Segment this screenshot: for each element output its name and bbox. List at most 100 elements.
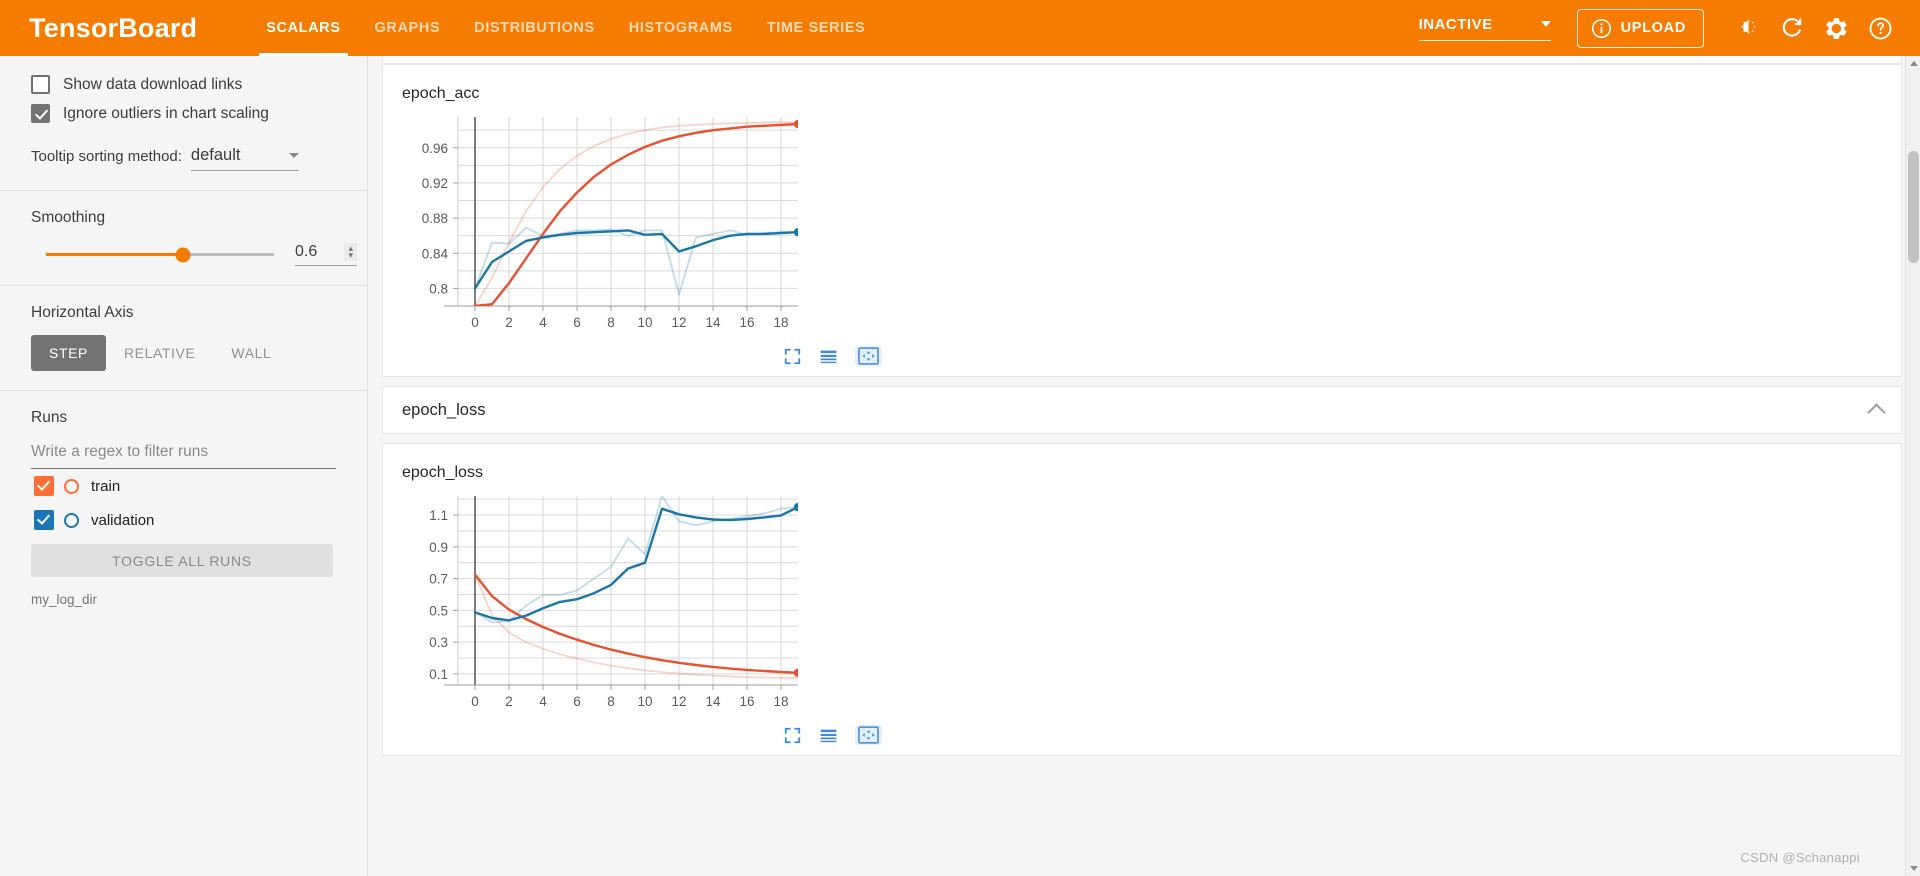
smoothing-number-field[interactable]: 0.6 ▴ ▾ [295, 243, 357, 266]
runs-filter-placeholder: Write a regex to filter runs [31, 443, 209, 460]
expand-chart-icon[interactable] [783, 346, 802, 366]
run-checkbox-validation[interactable] [34, 510, 54, 530]
data-table-icon[interactable] [818, 346, 839, 366]
chart-plot-epoch-loss[interactable]: 0.1 0.3 0.5 0.7 0.9 1.1 0 2 4 6 8 10 12 14 16 18 [383, 482, 1901, 717]
smoothing-slider[interactable] [46, 247, 274, 262]
checkbox-show-downloads-label: Show data download links [63, 75, 243, 93]
fit-domain-icon[interactable] [855, 346, 882, 366]
tab-time-series[interactable]: TIME SERIES [750, 0, 882, 56]
svg-text:2: 2 [505, 694, 513, 709]
toggle-all-runs-label: TOGGLE ALL RUNS [112, 552, 252, 569]
scalars-main-panel: epoch_acc 0.8 0.84 0.88 0.92 0.96 0 2 4 6 8 10 12 14… [368, 56, 1920, 876]
axis-option-wall[interactable]: WALL [213, 335, 289, 371]
smoothing-controls: 0.6 ▴ ▾ [0, 227, 367, 266]
chart-card-epoch-loss: epoch_loss 0.1 0.3 0.5 0.7 0.9 1.1 0 2 4 6 8 10 12 14… [382, 443, 1902, 756]
vertical-scrollbar[interactable] [1905, 56, 1920, 876]
upload-button-label: UPLOAD [1620, 20, 1686, 36]
logdir-label: my_log_dir [31, 592, 98, 607]
top-bar-actions: INACTIVE UPLOAD [1418, 6, 1920, 50]
settings-gear-icon[interactable] [1814, 6, 1858, 50]
svg-text:12: 12 [671, 315, 686, 330]
chevron-down-icon [1540, 21, 1551, 27]
svg-text:0.92: 0.92 [422, 176, 448, 191]
data-table-icon[interactable] [818, 725, 839, 745]
previous-chart-card-clipped [382, 56, 1902, 64]
run-checkbox-train[interactable] [34, 476, 54, 496]
refresh-icon[interactable] [1770, 6, 1814, 50]
section-header-title: epoch_loss [402, 400, 486, 419]
svg-text:16: 16 [739, 694, 754, 709]
chart-toolbar-epoch-loss [383, 717, 1901, 745]
run-name-validation: validation [91, 511, 155, 529]
svg-text:6: 6 [573, 315, 581, 330]
svg-text:14: 14 [705, 694, 721, 709]
axis-option-step-label: STEP [49, 345, 88, 361]
svg-text:16: 16 [739, 315, 754, 330]
svg-text:8: 8 [607, 315, 615, 330]
smoothing-stepper[interactable]: ▴ ▾ [344, 243, 357, 261]
run-item-validation[interactable]: validation [0, 503, 367, 537]
svg-text:0.1: 0.1 [429, 667, 448, 682]
axis-option-relative[interactable]: RELATIVE [106, 335, 213, 371]
checkbox-show-data-download-links[interactable]: Show data download links [0, 70, 367, 99]
axis-option-relative-label: RELATIVE [123, 345, 196, 361]
chart-toolbar-epoch-acc [383, 338, 1901, 366]
scroll-down-icon[interactable] [1906, 861, 1920, 876]
scroll-up-icon[interactable] [1906, 56, 1920, 71]
run-color-circle-validation [64, 512, 79, 528]
svg-text:18: 18 [773, 694, 788, 709]
svg-text:0.3: 0.3 [429, 635, 448, 650]
svg-text:0.96: 0.96 [422, 141, 448, 156]
top-app-bar: TensorBoard SCALARS GRAPHS DISTRIBUTIONS… [0, 0, 1920, 56]
svg-text:6: 6 [573, 694, 581, 709]
svg-text:18: 18 [773, 315, 788, 330]
svg-text:0.8: 0.8 [429, 281, 448, 296]
svg-text:1.1: 1.1 [429, 508, 448, 523]
fit-domain-icon[interactable] [855, 725, 882, 745]
run-item-train[interactable]: train [0, 469, 367, 503]
tab-scalars[interactable]: SCALARS [249, 0, 357, 56]
run-color-circle-train [64, 478, 79, 494]
checkbox-ignore-outliers[interactable]: Ignore outliers in chart scaling [0, 99, 367, 128]
axis-option-step[interactable]: STEP [31, 335, 106, 371]
smoothing-label: Smoothing [31, 209, 106, 226]
upload-button[interactable]: UPLOAD [1576, 8, 1704, 48]
chart-title-epoch-acc: epoch_acc [402, 85, 480, 102]
tab-graphs-label: GRAPHS [374, 20, 441, 36]
axis-option-wall-label: WALL [231, 345, 272, 361]
svg-text:0: 0 [471, 694, 479, 709]
expand-chart-icon[interactable] [783, 725, 802, 745]
svg-text:2: 2 [505, 315, 513, 330]
tab-histograms[interactable]: HISTOGRAMS [612, 0, 750, 56]
main-nav-tabs: SCALARS GRAPHS DISTRIBUTIONS HISTOGRAMS … [249, 0, 882, 56]
tab-graphs[interactable]: GRAPHS [358, 0, 458, 56]
horizontal-axis-options: STEP RELATIVE WALL [0, 322, 367, 371]
scrollbar-thumb[interactable] [1908, 151, 1919, 263]
run-status-dropdown[interactable]: INACTIVE [1418, 16, 1551, 41]
checkbox-icon-unchecked [31, 75, 50, 94]
runs-filter-input[interactable]: Write a regex to filter runs [31, 443, 336, 469]
svg-text:0.84: 0.84 [422, 246, 449, 261]
chevron-up-icon[interactable] [1867, 402, 1886, 422]
svg-text:8: 8 [607, 694, 615, 709]
tooltip-sorting-dropdown[interactable]: default [190, 146, 299, 171]
toggle-all-runs-button[interactable]: TOGGLE ALL RUNS [31, 544, 333, 577]
section-header-epoch-loss[interactable]: epoch_loss [382, 386, 1902, 434]
svg-text:4: 4 [539, 315, 547, 330]
app-brand: TensorBoard [29, 12, 198, 43]
smoothing-value: 0.6 [295, 243, 318, 260]
svg-text:0.7: 0.7 [429, 572, 448, 587]
brightness-icon[interactable] [1726, 6, 1770, 50]
info-icon [1591, 18, 1611, 38]
help-icon[interactable] [1858, 6, 1902, 50]
svg-text:10: 10 [637, 694, 652, 709]
page-body: Show data download links Ignore outliers… [0, 56, 1920, 876]
chevron-down-icon [288, 153, 299, 158]
chart-card-epoch-acc: epoch_acc 0.8 0.84 0.88 0.92 0.96 0 2 4 6 8 10 12 14… [382, 64, 1902, 377]
settings-sidebar: Show data download links Ignore outliers… [0, 56, 368, 876]
tab-distributions[interactable]: DISTRIBUTIONS [457, 0, 612, 56]
tab-scalars-label: SCALARS [266, 20, 341, 36]
tab-distributions-label: DISTRIBUTIONS [474, 20, 595, 36]
chart-plot-epoch-acc[interactable]: 0.8 0.84 0.88 0.92 0.96 0 2 4 6 8 10 12 14 16 18 [383, 103, 1901, 338]
checkbox-ignore-outliers-label: Ignore outliers in chart scaling [63, 104, 269, 122]
